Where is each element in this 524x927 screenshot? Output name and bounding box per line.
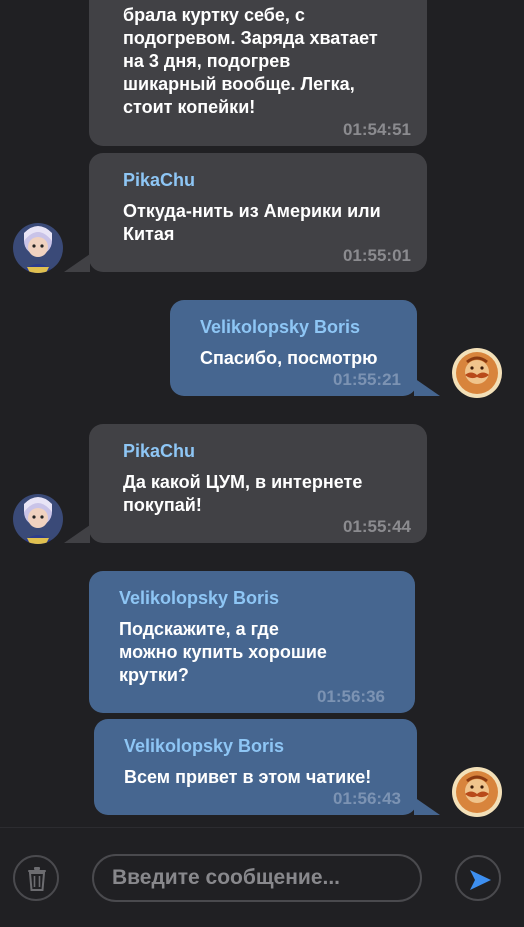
bubble-tail bbox=[414, 378, 440, 396]
chat-feed[interactable]: брала куртку себе, с подогревом. Заряда … bbox=[0, 0, 524, 827]
message-time: 01:55:01 bbox=[342, 246, 411, 265]
message-text: Всем привет в этом чатике! bbox=[124, 767, 372, 787]
avatar-pikachu[interactable] bbox=[13, 494, 63, 544]
message-text: брала куртку себе, с подогревом. Заряда … bbox=[123, 5, 378, 117]
message-incoming: PikaChu Да какой ЦУМ, в интернете покупа… bbox=[89, 424, 427, 543]
message-author[interactable]: PikaChu bbox=[123, 440, 397, 462]
message-text: Откуда-нить из Америки или Китая bbox=[123, 201, 381, 244]
message-author[interactable]: Velikolopsky Boris bbox=[200, 316, 387, 338]
avatar-boris[interactable] bbox=[452, 348, 502, 398]
bubble-tail bbox=[64, 525, 90, 543]
message-outgoing: Velikolopsky Boris Спасибо, посмотрю 01:… bbox=[170, 300, 417, 396]
message-author[interactable]: Velikolopsky Boris bbox=[124, 735, 387, 757]
avatar-pikachu[interactable] bbox=[13, 223, 63, 273]
delete-button[interactable] bbox=[13, 855, 59, 901]
message-incoming: PikaChu Откуда-нить из Америки или Китая… bbox=[89, 153, 427, 272]
avatar-boris[interactable] bbox=[452, 767, 502, 817]
message-input[interactable] bbox=[92, 854, 422, 902]
bubble-tail bbox=[64, 254, 90, 272]
send-arrow-icon bbox=[470, 870, 491, 890]
message-time: 01:54:51 bbox=[342, 120, 411, 139]
message-time: 01:55:21 bbox=[332, 370, 401, 389]
composer-bar bbox=[0, 827, 524, 927]
message-time: 01:55:44 bbox=[342, 517, 411, 536]
message-outgoing: Velikolopsky Boris Всем привет в этом ча… bbox=[94, 719, 417, 815]
message-incoming: брала куртку себе, с подогревом. Заряда … bbox=[89, 0, 427, 146]
bubble-tail bbox=[414, 797, 440, 815]
message-text: Да какой ЦУМ, в интернете покупай! bbox=[123, 472, 363, 515]
message-text: Спасибо, посмотрю bbox=[200, 348, 378, 368]
trash-icon bbox=[28, 867, 46, 891]
message-time: 01:56:43 bbox=[332, 789, 401, 808]
message-text: Подскажите, а где можно купить хорошие к… bbox=[119, 619, 327, 685]
send-button[interactable] bbox=[455, 855, 501, 901]
message-author[interactable]: Velikolopsky Boris bbox=[119, 587, 385, 609]
message-outgoing: Velikolopsky Boris Подскажите, а где мож… bbox=[89, 571, 415, 713]
message-author[interactable]: PikaChu bbox=[123, 169, 397, 191]
message-time: 01:56:36 bbox=[316, 687, 385, 706]
